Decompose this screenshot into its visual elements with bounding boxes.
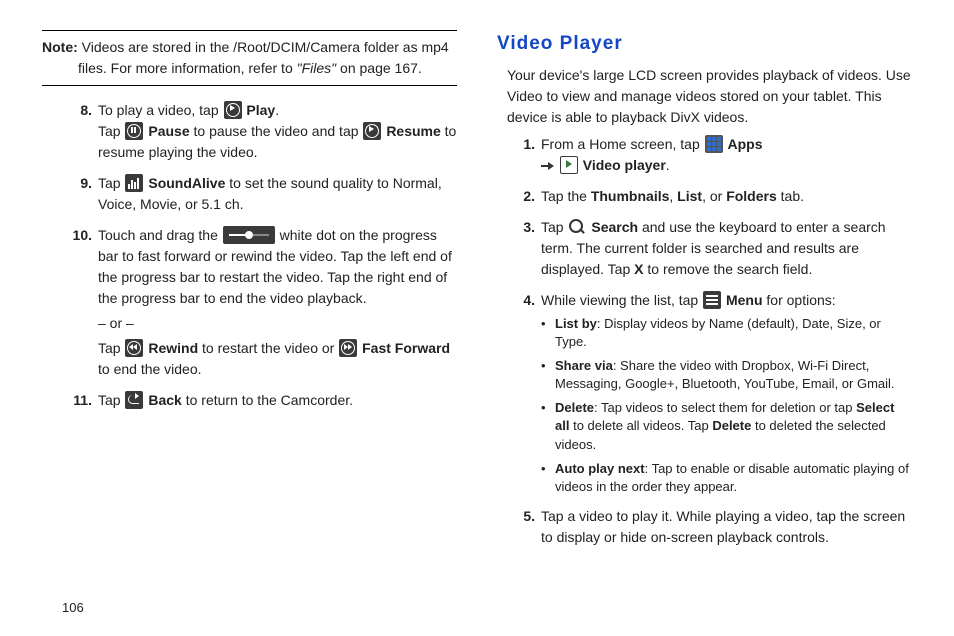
autoplay-label: Auto play next	[555, 461, 645, 476]
step-text: Touch and drag the	[98, 227, 222, 243]
rewind-label: Rewind	[148, 340, 198, 356]
search-label: Search	[591, 219, 638, 235]
step-text: While viewing the list, tap	[541, 292, 702, 308]
apps-label: Apps	[728, 136, 763, 152]
step-number: 10.	[66, 225, 92, 246]
step-text: to end the video.	[98, 361, 202, 377]
menu-label: Menu	[726, 292, 763, 308]
search-icon	[568, 218, 586, 236]
step-text: to restart the video or	[202, 340, 338, 356]
fast-forward-icon	[339, 339, 357, 357]
left-column: Note: Videos are stored in the /Root/DCI…	[42, 30, 457, 550]
pause-label: Pause	[148, 123, 189, 139]
list-label: List	[677, 188, 702, 204]
note-block: Note: Videos are stored in the /Root/DCI…	[42, 30, 457, 86]
apps-icon	[705, 135, 723, 153]
step-number: 4.	[509, 290, 535, 311]
step-text: to return to the Camcorder.	[186, 392, 353, 408]
step-text: to pause the video and tap	[194, 123, 363, 139]
note-text-2: on page 167.	[340, 60, 422, 76]
delete-label: Delete	[555, 400, 594, 415]
files-reference: "Files"	[297, 60, 337, 76]
menu-icon	[703, 291, 721, 309]
step-number: 2.	[509, 186, 535, 207]
step-10: 10. Touch and drag the white dot on the …	[42, 225, 457, 380]
resume-label: Resume	[386, 123, 440, 139]
step-1: 1. From a Home screen, tap Apps Video pl…	[497, 134, 912, 176]
listby-label: List by	[555, 316, 597, 331]
step-3: 3. Tap Search and use the keyboard to en…	[497, 217, 912, 280]
pause-icon	[125, 122, 143, 140]
video-player-label: Video player	[583, 157, 666, 173]
list-item: • Delete: Tap videos to select them for …	[541, 399, 912, 454]
delete2-label: Delete	[712, 418, 751, 433]
progress-bar-icon	[223, 226, 275, 244]
soundalive-label: SoundAlive	[148, 175, 225, 191]
step-text: Tap	[98, 392, 124, 408]
section-intro: Your device's large LCD screen provides …	[497, 65, 912, 128]
back-label: Back	[148, 392, 181, 408]
list-item: • Share via: Share the video with Dropbo…	[541, 357, 912, 393]
step-number: 3.	[509, 217, 535, 238]
step-text: Tap	[98, 340, 124, 356]
or-divider: – or –	[98, 313, 457, 334]
step-text: To play a video, tap	[98, 102, 223, 118]
period: .	[275, 102, 279, 118]
soundalive-icon	[125, 174, 143, 192]
step-number: 8.	[66, 100, 92, 121]
step-8: 8. To play a video, tap Play. Tap Pause …	[42, 100, 457, 163]
left-steps: 8. To play a video, tap Play. Tap Pause …	[42, 100, 457, 411]
step-number: 1.	[509, 134, 535, 155]
video-player-icon	[560, 156, 578, 174]
step-4: 4. While viewing the list, tap Menu for …	[497, 290, 912, 497]
step-text: Tap a video to play it. While playing a …	[541, 508, 905, 545]
note-label: Note:	[42, 39, 78, 55]
play-icon	[224, 101, 242, 119]
sharevia-label: Share via	[555, 358, 613, 373]
arrow-right-icon	[541, 161, 555, 171]
step-2: 2. Tap the Thumbnails, List, or Folders …	[497, 186, 912, 207]
resume-icon	[363, 122, 381, 140]
step-text: to remove the search field.	[647, 261, 812, 277]
step-text: Tap	[98, 123, 124, 139]
back-icon	[125, 391, 143, 409]
step-5: 5. Tap a video to play it. While playing…	[497, 506, 912, 548]
section-title: Video Player	[497, 30, 912, 59]
fast-forward-label: Fast Forward	[362, 340, 450, 356]
step-number: 5.	[509, 506, 535, 527]
right-column: Video Player Your device's large LCD scr…	[497, 30, 912, 550]
list-item: • List by: Display videos by Name (defau…	[541, 315, 912, 351]
step-text: Tap	[98, 175, 124, 191]
folders-label: Folders	[726, 188, 777, 204]
step-9: 9. Tap SoundAlive to set the sound quali…	[42, 173, 457, 215]
manual-page: Note: Videos are stored in the /Root/DCI…	[0, 0, 954, 560]
step-number: 9.	[66, 173, 92, 194]
rewind-icon	[125, 339, 143, 357]
step-number: 11.	[66, 390, 92, 411]
menu-options-list: • List by: Display videos by Name (defau…	[541, 315, 912, 497]
step-text: Tap the	[541, 188, 591, 204]
period: .	[666, 157, 670, 173]
right-steps: 1. From a Home screen, tap Apps Video pl…	[497, 134, 912, 549]
step-text: From a Home screen, tap	[541, 136, 704, 152]
step-11: 11. Tap Back to return to the Camcorder.	[42, 390, 457, 411]
thumbnails-label: Thumbnails	[591, 188, 670, 204]
x-label: X	[634, 261, 643, 277]
play-label: Play	[246, 102, 275, 118]
step-text: for options:	[766, 292, 835, 308]
page-number: 106	[62, 600, 84, 615]
step-text: tab.	[781, 188, 804, 204]
list-item: • Auto play next: Tap to enable or disab…	[541, 460, 912, 496]
step-text: Tap	[541, 219, 567, 235]
